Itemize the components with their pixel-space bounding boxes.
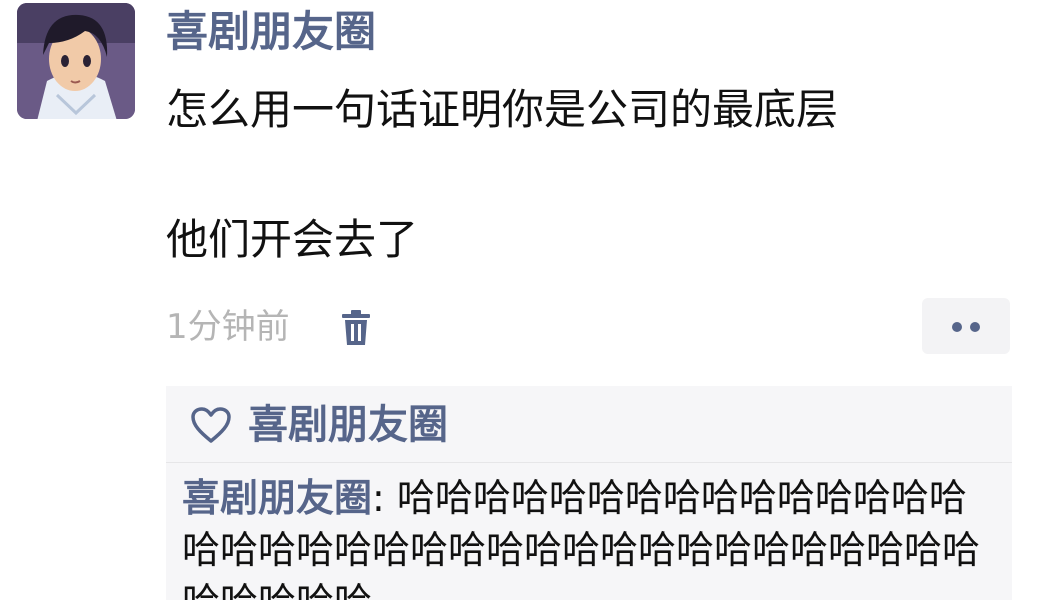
trash-icon[interactable] (338, 309, 374, 347)
avatar[interactable] (17, 3, 135, 119)
more-dots-icon (952, 322, 962, 332)
comment-author[interactable]: 喜剧朋友圈 (182, 476, 372, 520)
post-timestamp: 1分钟前 (166, 307, 290, 347)
interaction-panel: 喜剧朋友圈 喜剧朋友圈: 哈哈哈哈哈哈哈哈哈哈哈哈哈哈哈哈哈哈哈哈哈哈哈哈哈哈哈… (166, 386, 1012, 600)
liker-name[interactable]: 喜剧朋友圈 (248, 398, 448, 452)
more-dots-icon (970, 322, 980, 332)
comment-separator: : (372, 476, 397, 520)
likes-row: 喜剧朋友圈 (166, 386, 1012, 463)
post-text-line-1: 怎么用一句话证明你是公司的最底层 (166, 85, 839, 134)
avatar-image (17, 3, 135, 119)
heart-icon (190, 406, 232, 444)
post-text-line-2: 他们开会去了 (166, 215, 419, 264)
comment-item[interactable]: 喜剧朋友圈: 哈哈哈哈哈哈哈哈哈哈哈哈哈哈哈哈哈哈哈哈哈哈哈哈哈哈哈哈哈哈哈哈哈… (182, 472, 1002, 600)
more-options-button[interactable] (922, 298, 1010, 354)
post-author-name[interactable]: 喜剧朋友圈 (166, 2, 376, 62)
